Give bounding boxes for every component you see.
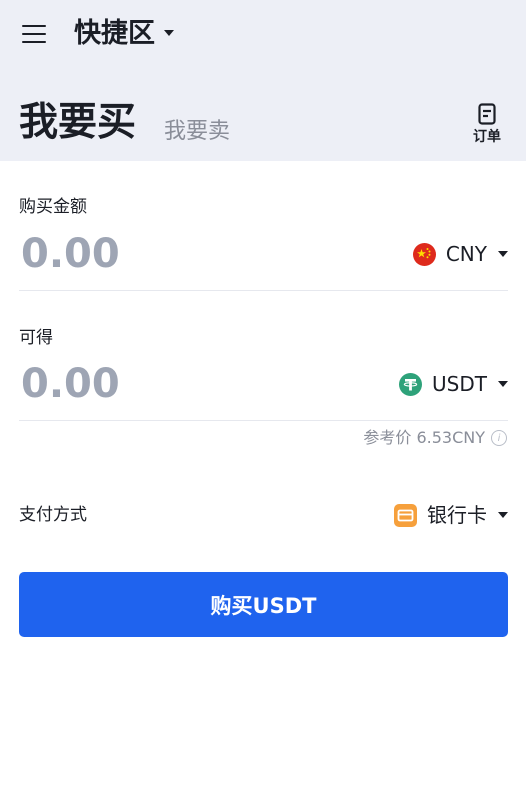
payment-method-select[interactable]: 银行卡	[394, 500, 508, 530]
receive-amount-input[interactable]: 0.00	[21, 360, 120, 408]
order-document-icon	[478, 103, 496, 125]
info-icon[interactable]: i	[491, 430, 507, 446]
tab-sell[interactable]: 我要卖	[164, 114, 230, 150]
divider	[19, 290, 508, 291]
orders-label: 订单	[473, 129, 501, 145]
buy-amount-label: 购买金额	[19, 197, 87, 217]
receive-label: 可得	[19, 328, 53, 348]
tether-icon	[399, 372, 423, 396]
divider	[19, 420, 508, 421]
reference-price-text: 参考价 6.53CNY	[363, 428, 485, 447]
reference-price: 参考价 6.53CNY i	[363, 427, 507, 449]
bank-card-icon	[394, 503, 417, 527]
caret-down-icon	[498, 251, 508, 257]
caret-down-icon	[498, 512, 508, 518]
buy-amount-input[interactable]: 0.00	[21, 230, 120, 278]
tab-buy[interactable]: 我要买	[19, 98, 136, 148]
caret-down-icon	[498, 381, 508, 387]
zone-title[interactable]: 快捷区	[74, 14, 155, 54]
header-area: 快捷区 我要买 我要卖 订单	[0, 0, 526, 161]
payment-method-label: 支付方式	[19, 505, 87, 525]
orders-button[interactable]: 订单	[470, 103, 504, 146]
hamburger-menu-icon[interactable]	[22, 24, 46, 44]
payment-method-name: 银行卡	[427, 503, 487, 527]
currency-select-usdt[interactable]: USDT	[399, 369, 508, 399]
currency-code: USDT	[432, 372, 487, 396]
currency-select-cny[interactable]: CNY	[412, 239, 508, 269]
buy-usdt-button[interactable]: 购买USDT	[19, 572, 508, 637]
caret-down-icon[interactable]	[164, 30, 174, 36]
currency-code: CNY	[445, 242, 487, 266]
china-flag-icon	[412, 242, 436, 266]
